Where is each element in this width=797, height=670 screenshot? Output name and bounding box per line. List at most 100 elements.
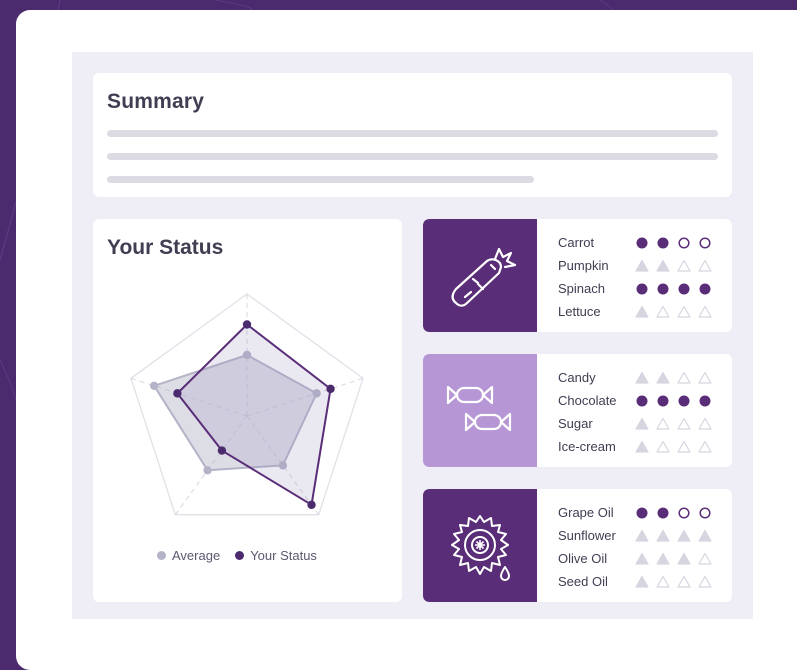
rating-indicator: [635, 259, 712, 272]
rating-triangle-empty: [656, 440, 670, 453]
rating-triangle-empty: [677, 259, 691, 272]
list-item: Spinach: [558, 277, 728, 300]
list-item: Sugar: [558, 412, 728, 435]
rating-dot-filled: [678, 283, 690, 295]
status-panel: Your Status Average Your Status: [93, 219, 402, 602]
radar-chart: [130, 293, 364, 516]
rating-indicator: [635, 575, 712, 588]
legend-dot-average: [157, 551, 166, 560]
list-item: Lettuce: [558, 300, 728, 323]
rating-triangle-empty: [698, 305, 712, 318]
rating-indicator: [635, 440, 712, 453]
category-icon-box: [423, 219, 537, 332]
legend-dot-your-status: [235, 551, 245, 560]
rating-dot-filled: [657, 237, 669, 249]
rating-triangle-empty: [698, 371, 712, 384]
rating-triangle-filled: [635, 371, 649, 384]
item-label: Carrot: [558, 235, 595, 250]
list-item: Ice-cream: [558, 435, 728, 458]
text-placeholder-line: [107, 130, 718, 137]
rating-triangle-filled: [635, 417, 649, 430]
text-placeholder-line: [107, 153, 718, 160]
chart-legend: Average Your Status: [157, 548, 332, 563]
legend-label: Your Status: [250, 548, 317, 563]
legend-item-average: Average: [157, 548, 220, 563]
item-label: Pumpkin: [558, 258, 609, 273]
rating-dot-empty: [678, 507, 690, 519]
radar-point-your-status: [242, 320, 252, 329]
list-item: Candy: [558, 366, 728, 389]
rating-triangle-filled: [635, 440, 649, 453]
item-label: Ice-cream: [558, 439, 616, 454]
item-label: Olive Oil: [558, 551, 608, 566]
category-card-sweets[interactable]: Candy Chocolate Sugar Ice-cream: [423, 354, 732, 467]
rating-triangle-filled: [635, 552, 649, 565]
rating-triangle-filled: [656, 552, 670, 565]
rating-triangle-empty: [656, 305, 670, 318]
rating-triangle-empty: [656, 575, 670, 588]
rating-triangle-empty: [698, 552, 712, 565]
rating-indicator: [636, 395, 711, 407]
rating-triangle-filled: [656, 529, 670, 542]
summary-panel: Summary: [93, 73, 732, 197]
radar-point-your-status: [326, 384, 335, 394]
rating-indicator: [636, 507, 711, 519]
rating-dot-filled: [636, 507, 648, 519]
rating-triangle-filled: [635, 305, 649, 318]
rating-dot-empty: [699, 507, 711, 519]
rating-triangle-empty: [677, 575, 691, 588]
rating-dot-filled: [636, 237, 648, 249]
rating-triangle-filled: [656, 371, 670, 384]
rating-dot-empty: [678, 237, 690, 249]
rating-triangle-filled: [635, 529, 649, 542]
list-item: Olive Oil: [558, 547, 728, 570]
rating-triangle-filled: [656, 259, 670, 272]
rating-dot-filled: [657, 395, 669, 407]
candy-icon: [446, 385, 512, 432]
rating-triangle-filled: [635, 575, 649, 588]
rating-indicator: [635, 417, 712, 430]
category-card-vegetables[interactable]: Carrot Pumpkin Spinach Lettuce: [423, 219, 732, 332]
rating-indicator: [635, 305, 712, 318]
rating-dot-filled: [678, 395, 690, 407]
rating-indicator: [635, 371, 712, 384]
rating-dot-filled: [657, 283, 669, 295]
item-label: Sunflower: [558, 528, 616, 543]
rating-triangle-empty: [677, 371, 691, 384]
list-item: Seed Oil: [558, 570, 728, 593]
summary-title: Summary: [107, 90, 205, 113]
rating-triangle-filled: [635, 259, 649, 272]
category-card-oils[interactable]: Grape Oil Sunflower Olive Oil Seed Oil: [423, 489, 732, 602]
rating-dot-filled: [699, 283, 711, 295]
item-label: Lettuce: [558, 304, 601, 319]
radar-point-average: [149, 381, 159, 391]
rating-dot-empty: [699, 237, 711, 249]
carrot-icon: [451, 247, 517, 307]
rating-triangle-empty: [677, 305, 691, 318]
rating-triangle-empty: [677, 440, 691, 453]
rating-triangle-empty: [698, 417, 712, 430]
list-item: Pumpkin: [558, 254, 728, 277]
rating-triangle-empty: [656, 417, 670, 430]
rating-triangle-empty: [698, 575, 712, 588]
category-icon-box: [423, 489, 537, 602]
rating-triangle-filled: [677, 552, 691, 565]
item-label: Sugar: [558, 416, 593, 431]
rating-triangle-filled: [677, 529, 691, 542]
item-label: Seed Oil: [558, 574, 608, 589]
rating-dot-filled: [636, 395, 648, 407]
radar-point-your-status: [173, 389, 182, 398]
item-label: Chocolate: [558, 393, 617, 408]
item-list: Candy Chocolate Sugar Ice-cream: [558, 366, 728, 458]
legend-item-your-status: Your Status: [235, 548, 317, 563]
category-icon-box: [423, 354, 537, 467]
item-list: Grape Oil Sunflower Olive Oil Seed Oil: [558, 501, 728, 593]
list-item: Sunflower: [558, 524, 728, 547]
rating-dot-filled: [636, 283, 648, 295]
item-label: Candy: [558, 370, 596, 385]
rating-triangle-empty: [698, 440, 712, 453]
rating-indicator: [636, 283, 711, 295]
radar-series-your-status: [176, 323, 332, 506]
legend-label: Average: [172, 548, 221, 563]
rating-indicator: [635, 529, 712, 542]
